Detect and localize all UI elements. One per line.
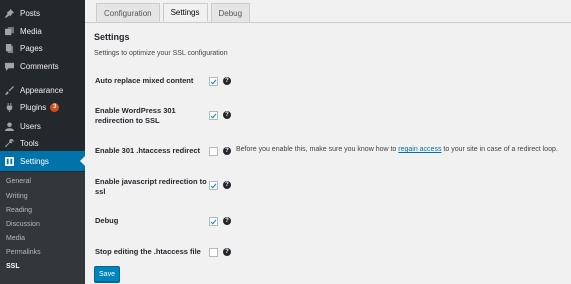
- user-icon: [5, 121, 14, 131]
- help-icon[interactable]: ?: [223, 248, 231, 256]
- label-debug: Debug: [95, 216, 119, 225]
- section-title: Settings: [94, 32, 130, 42]
- submenu-item-media[interactable]: Media: [6, 235, 25, 242]
- label-htaccess-301: Enable 301 .htaccess redirect: [95, 146, 201, 155]
- help-icon[interactable]: ?: [223, 147, 231, 155]
- label-js-redirect: Enable javascript redirection to ssl: [95, 177, 207, 196]
- sidebar-item-label: Users: [20, 121, 41, 131]
- active-indicator: [80, 156, 85, 166]
- tab-settings[interactable]: Settings: [162, 3, 208, 22]
- plug-icon: [5, 102, 14, 112]
- tab-divider: [85, 22, 571, 23]
- checkbox-js-redirect[interactable]: [209, 181, 218, 190]
- sidebar-item-label: Comments: [20, 61, 59, 71]
- submenu-item-reading[interactable]: Reading: [6, 207, 32, 214]
- submenu-item-ssl[interactable]: SSL: [6, 263, 20, 270]
- save-button[interactable]: Save: [94, 266, 120, 282]
- sidebar-item-label: Settings: [20, 156, 49, 166]
- submenu-item-discussion[interactable]: Discussion: [6, 221, 40, 228]
- label-auto-replace: Auto replace mixed content: [95, 76, 194, 85]
- checkbox-htaccess-301[interactable]: [209, 147, 218, 156]
- sidebar-item-label: Media: [20, 26, 42, 36]
- warning-text-after: to your site in case of a redirect loop.: [441, 146, 558, 153]
- checkmark-icon: [210, 183, 217, 189]
- sidebar-item-settings[interactable]: Settings: [0, 151, 85, 171]
- checkmark-icon: [210, 113, 217, 119]
- pin-icon: [5, 8, 14, 18]
- pages-icon: [5, 43, 14, 53]
- comment-icon: [5, 62, 14, 71]
- settings-icon: [5, 156, 14, 166]
- tab-configuration[interactable]: Configuration: [96, 3, 160, 22]
- checkbox-debug[interactable]: [209, 217, 218, 226]
- sidebar-item-tools[interactable]: Tools: [0, 133, 85, 153]
- settings-submenu: General Writing Reading Discussion Media…: [0, 172, 85, 284]
- tab-debug[interactable]: Debug: [210, 3, 251, 22]
- sidebar-item-posts[interactable]: Posts: [0, 3, 85, 23]
- submenu-item-general[interactable]: General: [6, 178, 31, 185]
- brush-icon: [5, 85, 14, 95]
- checkbox-auto-replace[interactable]: [209, 77, 218, 86]
- admin-sidebar: Posts Media Pages Comments Appearance Pl…: [0, 0, 85, 284]
- wrench-icon: [5, 138, 14, 148]
- help-icon[interactable]: ?: [223, 77, 231, 85]
- media-icon: [5, 26, 14, 36]
- submenu-item-permalinks[interactable]: Permalinks: [6, 249, 41, 256]
- label-wp-301: Enable WordPress 301 redirection to SSL: [95, 106, 176, 125]
- warning-text-before: Before you enable this, make sure you kn…: [236, 146, 399, 153]
- help-icon[interactable]: ?: [223, 111, 231, 119]
- help-icon[interactable]: ?: [223, 217, 231, 225]
- section-description: Settings to optimize your SSL configurat…: [94, 50, 228, 57]
- help-icon[interactable]: ?: [223, 181, 231, 189]
- sidebar-item-label: Appearance: [20, 85, 64, 95]
- checkmark-icon: [210, 79, 217, 85]
- submenu-item-writing[interactable]: Writing: [6, 193, 28, 200]
- sidebar-item-pages[interactable]: Pages: [0, 38, 85, 58]
- sidebar-item-comments[interactable]: Comments: [0, 56, 85, 76]
- tab-bar: Configuration Settings Debug: [96, 3, 253, 22]
- label-stop-htaccess: Stop editing the .htaccess file: [95, 247, 201, 256]
- sidebar-item-label: Tools: [20, 138, 39, 148]
- checkbox-stop-htaccess[interactable]: [209, 248, 218, 257]
- checkmark-icon: [210, 219, 217, 225]
- sidebar-item-label: Posts: [20, 8, 41, 18]
- checkbox-wp-301[interactable]: [209, 111, 218, 120]
- update-count-badge: 3: [50, 102, 60, 112]
- sidebar-item-plugins[interactable]: Plugins 3: [0, 97, 85, 117]
- regain-access-link[interactable]: regain access: [398, 146, 441, 153]
- sidebar-item-label: Plugins: [20, 102, 47, 112]
- htaccess-warning: Before you enable this, make sure you kn…: [236, 146, 558, 153]
- sidebar-item-label: Pages: [20, 43, 43, 53]
